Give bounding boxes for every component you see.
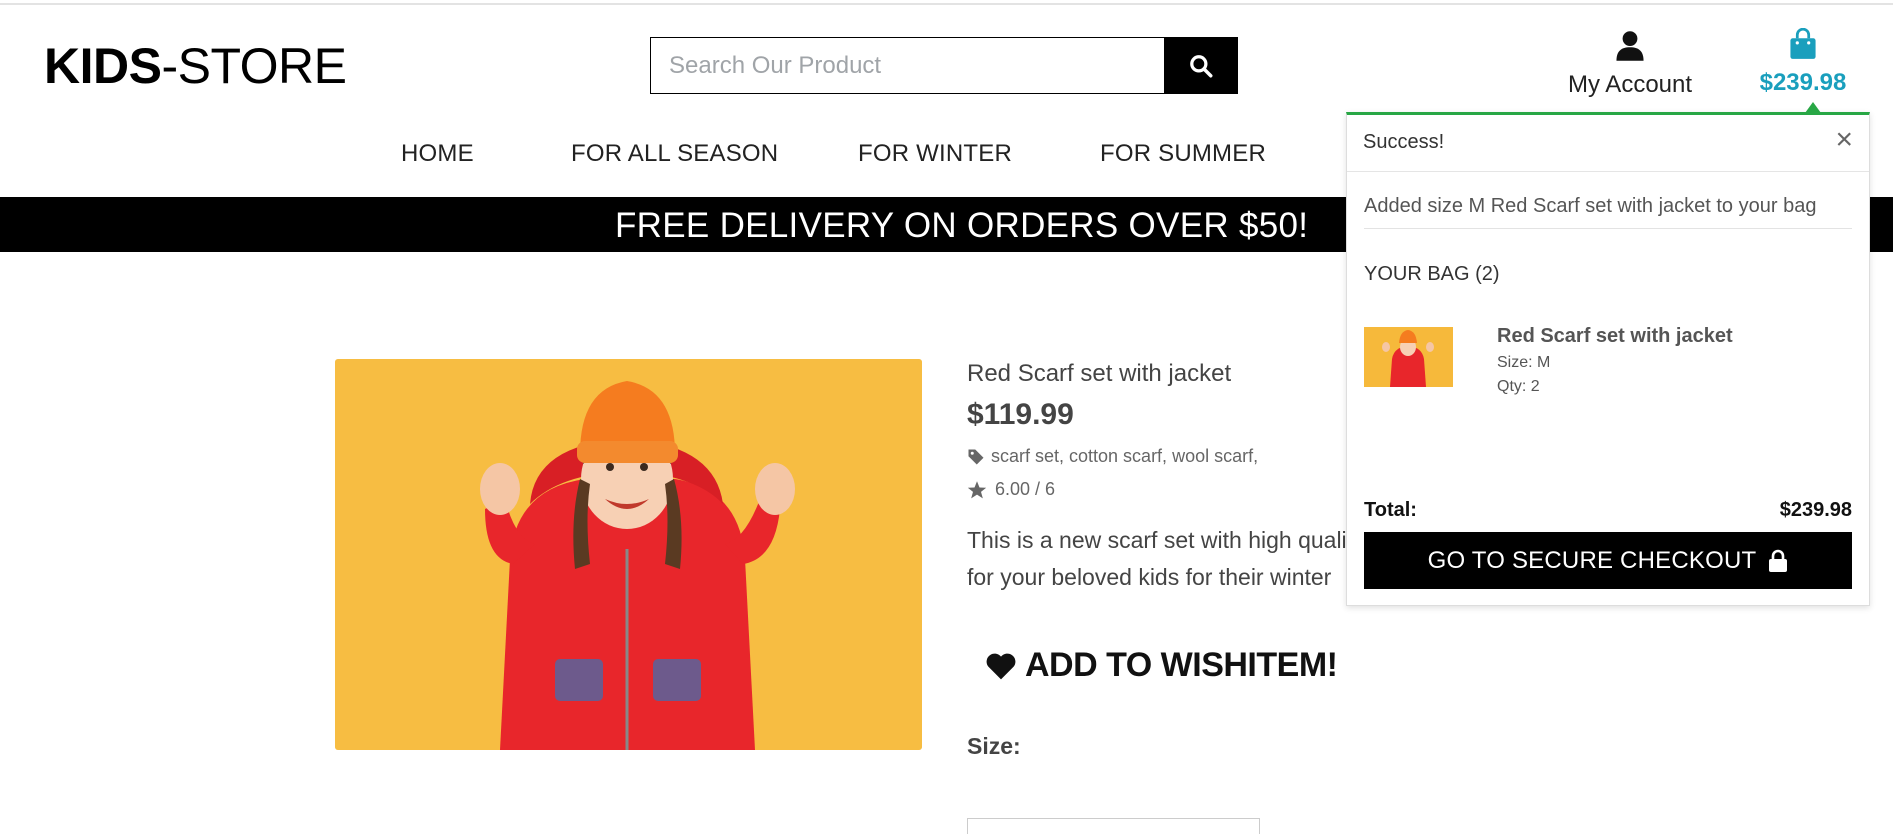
secure-checkout-button[interactable]: GO TO SECURE CHECKOUT — [1364, 532, 1852, 589]
checkout-label: GO TO SECURE CHECKOUT — [1427, 546, 1757, 574]
product-tags: scarf set, cotton scarf, wool scarf, — [967, 446, 1387, 467]
my-account-label: My Account — [1567, 71, 1693, 98]
logo-bold: KIDS — [44, 38, 162, 94]
top-divider — [0, 3, 1893, 5]
heart-icon — [986, 653, 1016, 679]
bag-item-qty: Qty: 2 — [1497, 378, 1540, 395]
lock-icon — [1769, 549, 1788, 572]
product-rating: 6.00 / 6 — [967, 479, 1387, 500]
nav-for-winter[interactable]: FOR WINTER — [858, 140, 1012, 168]
bag-item-size: Size: M — [1497, 354, 1551, 371]
size-select[interactable] — [967, 818, 1260, 834]
product-photo-illustration — [335, 359, 922, 750]
product-description: This is a new scarf set with high quali … — [967, 522, 1387, 596]
search-input[interactable] — [651, 38, 1164, 93]
banner-text: FREE DELIVERY ON ORDERS OVER $50! — [615, 206, 1309, 245]
bag-heading: YOUR BAG (2) — [1364, 263, 1500, 285]
product-price: $119.99 — [967, 398, 1074, 431]
toast-arrow — [1805, 102, 1821, 113]
shopping-bag-icon — [1790, 27, 1816, 59]
total-label: Total: — [1364, 499, 1417, 521]
nav-for-all-season[interactable]: FOR ALL SEASON — [571, 140, 778, 168]
bag-total: Total: $239.98 — [1364, 499, 1852, 522]
product-info: Red Scarf set with jacket $119.99 scarf … — [967, 360, 1387, 834]
success-toast: Success! × Added size M Red Scarf set wi… — [1346, 102, 1870, 606]
cart-total: $239.98 — [1759, 69, 1847, 96]
product-rating-text: 6.00 / 6 — [995, 479, 1056, 499]
search-button[interactable] — [1164, 38, 1237, 93]
star-icon — [967, 480, 987, 498]
total-value: $239.98 — [1779, 499, 1852, 521]
shopping-bag-link[interactable]: $239.98 — [1748, 27, 1858, 97]
toast-header: Success! × — [1347, 115, 1869, 172]
user-icon — [1616, 31, 1644, 61]
my-account-link[interactable]: My Account — [1560, 30, 1700, 99]
description-line-2: for your beloved kids for their winter — [967, 564, 1332, 590]
toast-message: Added size M Red Scarf set with jacket t… — [1364, 195, 1852, 229]
bag-item-thumbnail — [1364, 327, 1453, 387]
bag-item: Red Scarf set with jacket Size: M Qty: 2 — [1497, 325, 1733, 396]
tag-icon — [968, 449, 984, 464]
store-logo[interactable]: KIDS-STORE — [44, 38, 347, 94]
toast-title: Success! — [1363, 131, 1445, 153]
search-bar — [650, 37, 1238, 94]
nav-for-summer[interactable]: FOR SUMMER — [1100, 140, 1266, 168]
product-title: Red Scarf set with jacket — [967, 360, 1232, 387]
close-icon[interactable]: × — [1835, 125, 1853, 155]
logo-light: -STORE — [161, 38, 347, 94]
search-icon — [1189, 54, 1212, 77]
product-tags-text[interactable]: scarf set, cotton scarf, wool scarf, — [991, 446, 1258, 467]
product-image — [335, 359, 922, 750]
bag-item-name: Red Scarf set with jacket — [1497, 325, 1733, 347]
add-to-wishlist-button[interactable]: ADD TO WISHITEM! — [985, 646, 1387, 685]
nav-home[interactable]: HOME — [401, 140, 474, 168]
wishlist-label: ADD TO WISHITEM! — [1025, 646, 1338, 684]
size-label: Size: — [967, 733, 1021, 759]
description-line-1: This is a new scarf set with high quali — [967, 527, 1347, 553]
